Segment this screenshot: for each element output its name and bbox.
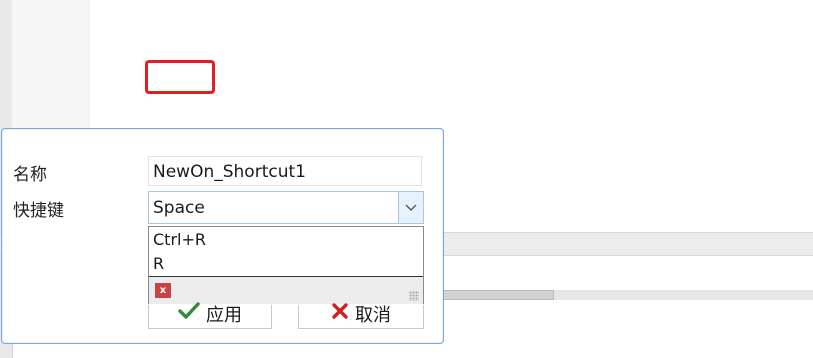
check-icon xyxy=(178,302,200,327)
shortcut-label: 快捷键 xyxy=(13,201,64,221)
cancel-button-label: 取消 xyxy=(355,305,391,326)
dropdown-option-r[interactable]: R xyxy=(153,254,164,273)
cancel-button[interactable]: 取消 xyxy=(298,302,424,329)
clear-icon[interactable]: x xyxy=(155,283,171,298)
close-icon xyxy=(331,302,349,327)
apply-button-label: 应用 xyxy=(206,305,242,326)
shortcut-dialog: 名称 快捷键 NewOn_Shortcut1 Space Ctrl+R R x … xyxy=(1,128,444,344)
shortcut-value: Space xyxy=(153,198,205,218)
name-field[interactable]: NewOn_Shortcut1 xyxy=(148,156,422,186)
name-label: 名称 xyxy=(13,165,47,185)
highlight-box xyxy=(145,60,215,94)
apply-button[interactable]: 应用 xyxy=(148,302,272,329)
shortcut-combobox[interactable]: Space xyxy=(148,191,424,224)
chevron-down-icon[interactable] xyxy=(398,192,423,223)
dropdown-option-ctrl-r[interactable]: Ctrl+R xyxy=(153,230,206,249)
dropdown-footer: x xyxy=(149,276,423,304)
resize-grip-icon[interactable] xyxy=(409,291,419,301)
shortcut-dropdown-list: Ctrl+R R x xyxy=(148,226,424,304)
left-panel xyxy=(12,0,90,128)
